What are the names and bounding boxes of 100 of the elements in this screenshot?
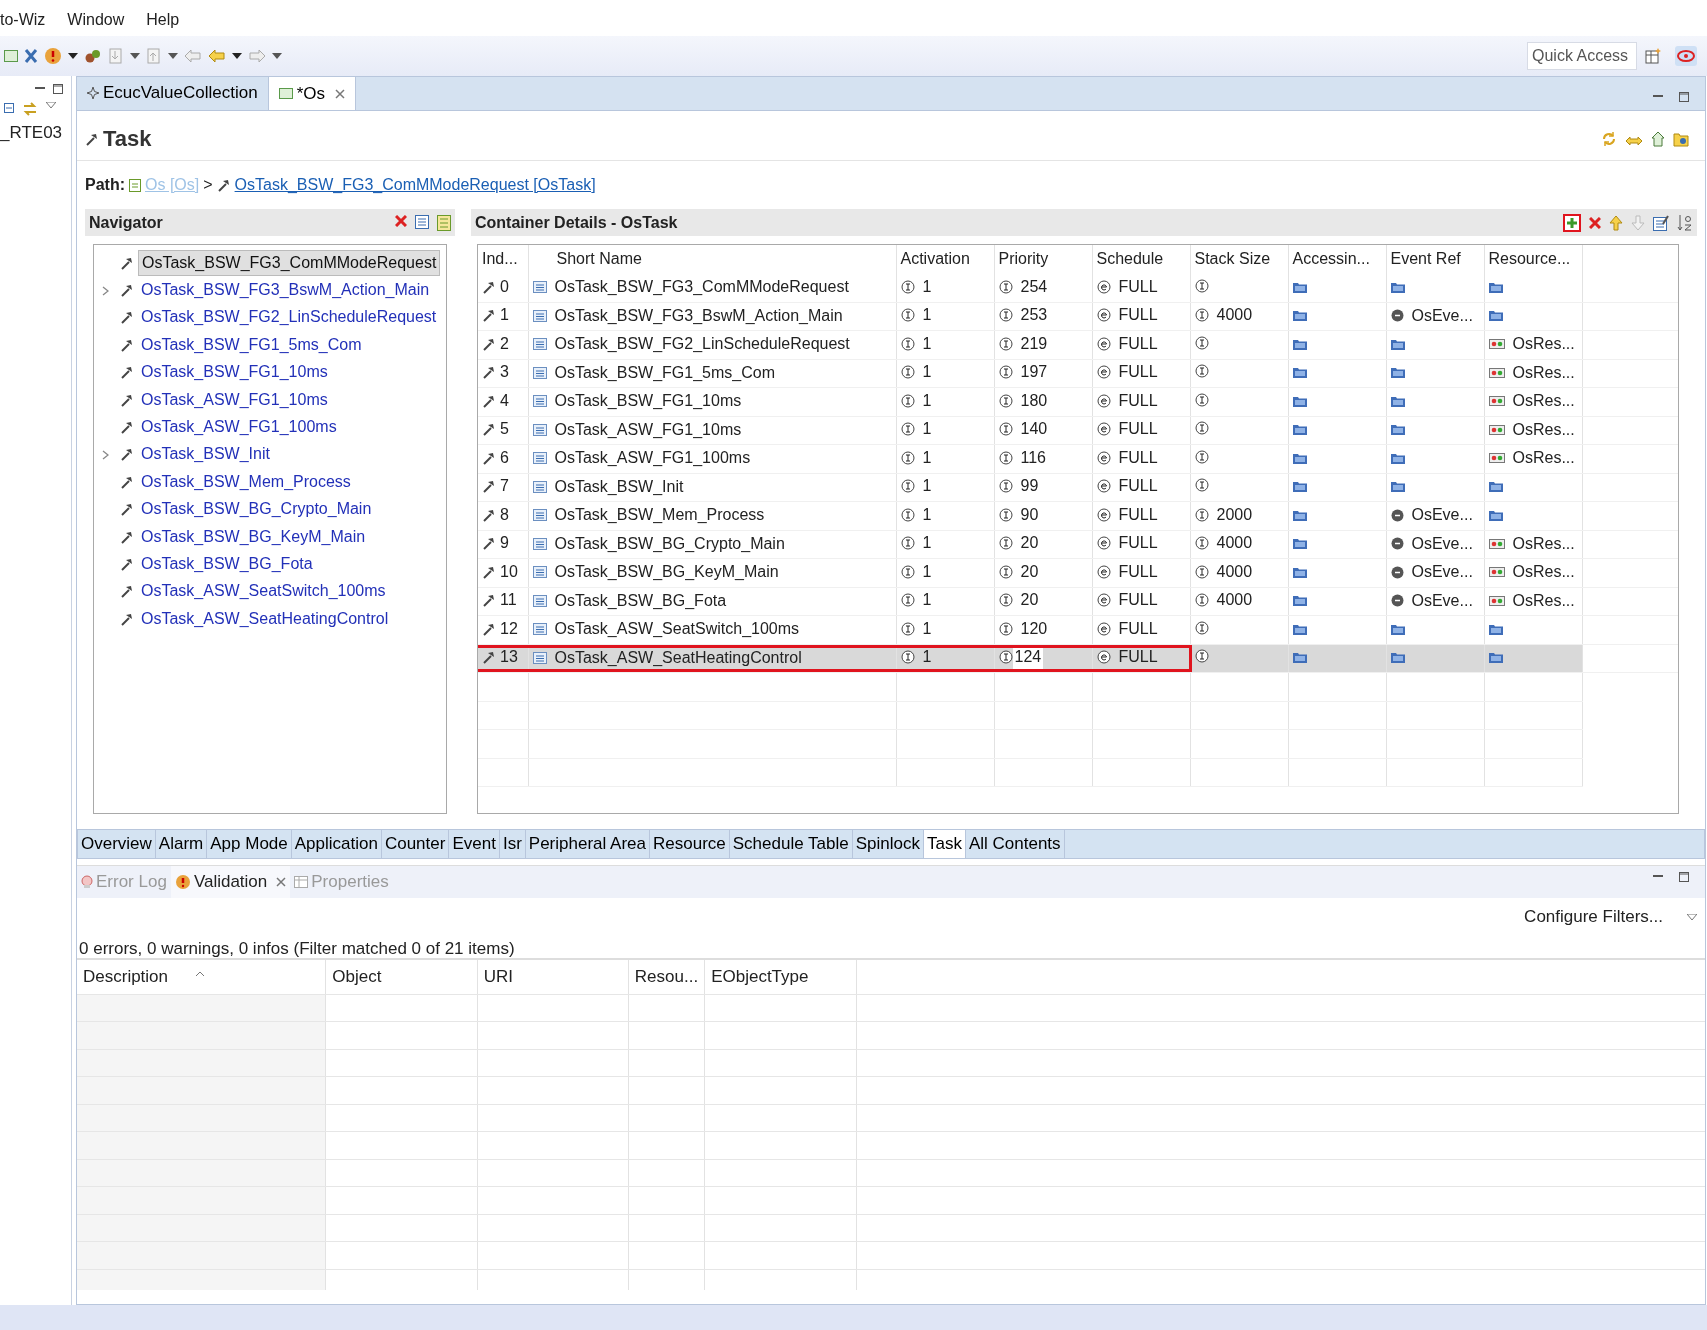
sort-az-icon[interactable] — [1677, 213, 1693, 232]
view-menu-icon[interactable] — [46, 102, 56, 108]
page-tab[interactable]: Peripheral Area — [525, 830, 650, 858]
double-arrow-icon[interactable] — [1625, 134, 1643, 147]
column-header[interactable]: Ind... — [478, 245, 528, 274]
tree-item[interactable]: OsTask_BSW_FG1_10ms — [138, 360, 331, 385]
table-cell-text: 99 — [1020, 476, 1039, 497]
edit-table-icon[interactable] — [1653, 214, 1669, 231]
table-cell-text: FULL — [1118, 647, 1158, 668]
page-tab[interactable]: Application — [291, 830, 382, 858]
tree-item[interactable]: OsTask_BSW_Init — [138, 442, 273, 467]
page-tab[interactable]: All Contents — [965, 830, 1065, 858]
menu-item[interactable]: Window — [67, 8, 125, 36]
tree-item[interactable]: OsTask_ASW_SeatHeatingControl — [138, 606, 392, 631]
editor-tab[interactable]: EcucValueCollection — [77, 76, 268, 110]
maximize-icon[interactable] — [53, 84, 63, 94]
dropdown-arrow-icon[interactable] — [168, 53, 178, 59]
list-icon — [532, 509, 547, 522]
list-icon — [532, 423, 547, 436]
close-icon[interactable] — [335, 88, 345, 99]
dropdown-arrow-icon[interactable] — [68, 53, 78, 59]
quick-access-field[interactable]: Quick Access — [1527, 42, 1637, 70]
page-tab[interactable]: Counter — [381, 830, 450, 858]
page-tab[interactable]: Overview — [78, 830, 156, 858]
close-icon[interactable] — [276, 877, 287, 887]
integer-icon — [998, 422, 1013, 437]
event-icon — [1390, 309, 1404, 322]
integer-icon — [998, 450, 1013, 465]
tree-view-icon[interactable] — [437, 214, 451, 231]
path-link[interactable]: OsTask_BSW_FG3_ComMModeRequest [OsTask] — [234, 173, 596, 197]
dropdown-arrow-icon[interactable] — [130, 53, 140, 59]
page-tab[interactable]: Task — [923, 830, 966, 858]
column-header[interactable]: Short Name — [528, 245, 896, 274]
menu-item[interactable]: Help — [146, 8, 180, 36]
eye-icon[interactable] — [1675, 46, 1697, 66]
list-icon — [532, 452, 547, 465]
selected-row[interactable]: 13 OsTask_ASW_SeatHeatingControl 1 124 FULL — [478, 644, 1678, 673]
tree-item[interactable]: _RTE03 — [0, 123, 63, 142]
table-cell-text: 6 — [500, 447, 509, 468]
hammer-icon — [120, 557, 134, 571]
dropdown-arrow-icon[interactable] — [272, 53, 282, 59]
menu-item[interactable]: to-Wiz — [0, 8, 46, 36]
configure-filters-link[interactable]: Configure Filters... — [1524, 904, 1663, 930]
column-header[interactable]: Event Ref — [1386, 245, 1484, 274]
table-cell-text: FULL — [1118, 447, 1158, 468]
tree-item[interactable]: OsTask_BSW_BG_Fota — [138, 552, 316, 576]
tree-item[interactable]: OsTask_ASW_FG1_10ms — [138, 387, 331, 412]
column-header[interactable]: Object — [332, 967, 382, 986]
tree-item[interactable]: OsTask_BSW_FG3_BswM_Action_Main — [138, 278, 433, 303]
collapse-icon[interactable] — [4, 102, 14, 114]
dropdown-arrow-icon[interactable] — [232, 53, 242, 59]
page-tab[interactable]: Alarm — [155, 830, 208, 858]
tree-item[interactable]: OsTask_BSW_BG_Crypto_Main — [138, 497, 375, 522]
folder-icon — [1390, 280, 1405, 293]
view-tab[interactable]: Validation — [170, 866, 291, 898]
view-menu-icon[interactable] — [1687, 913, 1697, 920]
integer-icon — [1194, 564, 1209, 579]
delete-icon[interactable] — [1589, 216, 1601, 229]
delete-icon[interactable] — [395, 214, 407, 227]
tree-item[interactable]: OsTask_BSW_BG_KeyM_Main — [138, 524, 369, 549]
column-header[interactable]: Activation — [896, 245, 994, 274]
tree-item[interactable]: OsTask_BSW_FG3_ComMModeRequest — [138, 249, 441, 276]
maximize-icon[interactable] — [1679, 872, 1689, 882]
column-header[interactable]: Priority — [994, 245, 1092, 274]
hammer-icon — [482, 422, 496, 437]
page-tab[interactable]: Spinlock — [852, 830, 924, 858]
column-header[interactable]: URI — [483, 967, 513, 986]
column-header[interactable]: EObjectType — [711, 967, 809, 986]
enum-icon — [1096, 365, 1111, 380]
tree-item[interactable]: OsTask_BSW_Mem_Process — [138, 469, 354, 494]
folder-refresh-icon[interactable] — [1673, 130, 1689, 147]
tree-item[interactable]: OsTask_ASW_SeatSwitch_100ms — [138, 579, 389, 604]
perspective-icon[interactable] — [1645, 48, 1661, 64]
folder-icon — [1390, 480, 1405, 493]
page-tab[interactable]: Resource — [650, 830, 730, 858]
integer-icon — [900, 536, 915, 551]
editor-tab[interactable]: *Os — [267, 76, 356, 110]
column-header[interactable]: Resou... — [634, 967, 699, 986]
column-header[interactable]: Schedule — [1092, 245, 1190, 274]
column-header[interactable]: Resource... — [1484, 245, 1582, 274]
page-tab[interactable]: Isr — [499, 830, 526, 858]
tree-item[interactable]: OsTask_BSW_FG1_5ms_Com — [138, 332, 365, 357]
add-button[interactable] — [1563, 213, 1581, 232]
column-header[interactable]: Stack Size — [1190, 245, 1288, 274]
back-arrow-icon[interactable] — [208, 49, 226, 63]
home-icon[interactable] — [1651, 130, 1665, 147]
maximize-icon[interactable] — [1679, 92, 1689, 102]
window-icon[interactable] — [4, 50, 18, 62]
page-tab[interactable]: Schedule Table — [729, 830, 853, 858]
link-arrows-icon[interactable] — [22, 102, 38, 116]
page-tab[interactable]: App Mode — [207, 830, 292, 858]
table-cell-text: 1 — [922, 333, 932, 354]
tree-item[interactable]: OsTask_BSW_FG2_LinScheduleRequest — [138, 305, 440, 330]
page-tab[interactable]: Event — [449, 830, 500, 858]
table-cell-text: FULL — [1118, 476, 1158, 497]
warning-icon[interactable] — [44, 47, 62, 65]
column-header[interactable]: Accessin... — [1288, 245, 1386, 274]
tree-item[interactable]: OsTask_ASW_FG1_100ms — [138, 415, 340, 440]
column-header[interactable]: Description — [83, 967, 169, 986]
table-cell-text: OsRes... — [1512, 362, 1575, 383]
